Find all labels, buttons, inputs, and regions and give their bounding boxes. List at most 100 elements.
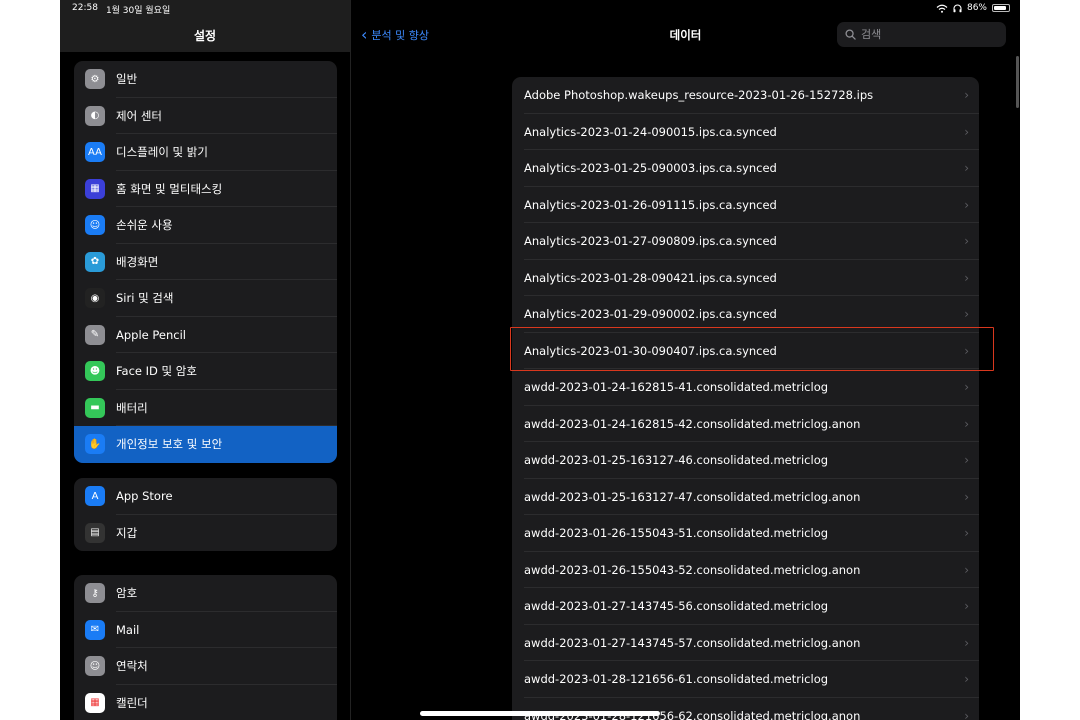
status-bar-left: 22:58 1월 30일 월요일 [72,3,170,16]
sidebar-item[interactable]: ◐ 제어 센터 [74,98,337,134]
file-name: Adobe Photoshop.wakeups_resource-2023-01… [524,88,874,103]
file-name: Analytics-2023-01-27-090809.ips.ca.synce… [524,234,777,249]
sidebar-title: 설정 [193,29,217,43]
chevron-right-icon: › [964,416,969,431]
sidebar-item[interactable]: ☺ 연락처 [74,648,337,685]
search-bar[interactable] [837,22,1006,47]
sidebar-item[interactable]: ☺ 손쉬운 사용 [74,207,337,244]
sidebar-item[interactable]: ◉ Siri 및 검색 [74,280,337,317]
sidebar-item[interactable]: AA 디스플레이 및 밝기 [74,134,337,171]
file-name: Analytics-2023-01-25-090003.ips.ca.synce… [524,161,777,176]
flower-icon: ✿ [85,251,105,272]
file-row[interactable]: awdd-2023-01-25-163127-47.consolidated.m… [512,479,979,515]
sidebar-item[interactable]: ▦ 캘린더 [74,685,337,720]
file-name: Analytics-2023-01-29-090002.ips.ca.synce… [524,307,777,322]
file-row[interactable]: awdd-2023-01-24-162815-41.consolidated.m… [512,369,979,406]
file-row[interactable]: Analytics-2023-01-26-091115.ips.ca.synce… [512,187,979,223]
chevron-right-icon: › [964,672,969,687]
file-name: Analytics-2023-01-30-090407.ips.ca.synce… [524,343,777,358]
pencil-icon: ✎ [85,324,105,345]
sidebar-item[interactable]: ⚷ 암호 [74,575,337,612]
sidebar-item[interactable]: ▬ 배터리 [74,390,337,426]
detail-pane: ‹ 분석 및 향상 데이터 Adobe Photoshop.wakeups_re… [351,0,1020,720]
chevron-right-icon: › [964,599,969,614]
mail-icon: ✉ [85,619,105,640]
file-row[interactable]: Analytics-2023-01-28-090421.ips.ca.synce… [512,260,979,296]
file-row[interactable]: awdd-2023-01-28-121656-62.consolidated.m… [512,698,979,720]
sidebar-item-label: 제어 센터 [116,108,162,123]
chevron-right-icon: › [964,307,969,322]
sidebar-item[interactable]: ☻ Face ID 및 암호 [74,353,337,390]
file-name: awdd-2023-01-27-143745-56.consolidated.m… [524,599,829,614]
status-date: 1월 30일 월요일 [105,6,171,16]
file-row[interactable]: Analytics-2023-01-24-090015.ips.ca.synce… [512,114,979,150]
search-input[interactable] [861,28,991,41]
chevron-right-icon: › [964,526,969,541]
chevron-right-icon: › [964,270,969,285]
file-row[interactable]: awdd-2023-01-25-163127-46.consolidated.m… [512,442,979,479]
scrollbar[interactable] [1016,56,1019,108]
sidebar-item-label: 배터리 [116,400,148,415]
siri-icon: ◉ [85,288,105,309]
sidebar-item[interactable]: ▦ 홈 화면 및 멀티태스킹 [74,171,337,207]
chevron-right-icon: › [964,234,969,249]
sidebar-item[interactable]: ▤ 지갑 [74,515,337,552]
wifi-icon [936,4,948,13]
battery-percent: 86% [966,3,987,13]
battery-icon [992,4,1010,12]
file-name: awdd-2023-01-26-155043-52.consolidated.m… [524,562,861,577]
chevron-right-icon: › [964,88,969,103]
sidebar-item[interactable]: ✿ 배경화면 [74,244,337,280]
chevron-right-icon: › [964,343,969,358]
home-indicator[interactable] [420,711,660,716]
headphones-icon [953,3,962,12]
file-row[interactable]: Analytics-2023-01-30-090407.ips.ca.synce… [512,333,979,369]
sidebar-item-label: Mail [116,622,140,637]
file-row[interactable]: awdd-2023-01-28-121656-61.consolidated.m… [512,661,979,698]
file-name: awdd-2023-01-25-163127-47.consolidated.m… [524,489,861,504]
app-store-icon: A [85,486,105,507]
sidebar-item-label: App Store [116,489,173,504]
chevron-right-icon: › [964,708,969,720]
hand-icon: ✋ [85,434,105,455]
sidebar-item-label: 손쉬운 사용 [116,218,173,233]
file-row[interactable]: awdd-2023-01-26-155043-51.consolidated.m… [512,515,979,552]
sidebar-item-label: Apple Pencil [116,327,186,342]
status-time: 22:58 [72,3,98,13]
file-row[interactable]: awdd-2023-01-26-155043-52.consolidated.m… [512,552,979,588]
chevron-right-icon: › [964,161,969,176]
file-row[interactable]: Adobe Photoshop.wakeups_resource-2023-01… [512,77,979,114]
sidebar-item[interactable]: ✎ Apple Pencil [74,317,337,353]
wallet-icon: ▤ [85,522,105,543]
text-size-icon: AA [85,142,105,163]
file-row[interactable]: awdd-2023-01-24-162815-42.consolidated.m… [512,406,979,442]
status-bar-right: 86% [936,3,1010,13]
file-row[interactable]: Analytics-2023-01-29-090002.ips.ca.synce… [512,296,979,333]
file-row[interactable]: awdd-2023-01-27-143745-56.consolidated.m… [512,588,979,625]
file-name: awdd-2023-01-26-155043-51.consolidated.m… [524,526,829,541]
file-row[interactable]: awdd-2023-01-27-143745-57.consolidated.m… [512,625,979,661]
sidebar-item[interactable]: ✉ Mail [74,612,337,648]
calendar-icon: ▦ [85,692,105,713]
file-name: awdd-2023-01-24-162815-42.consolidated.m… [524,416,861,431]
sidebar-item-label: Face ID 및 암호 [116,364,197,379]
toggle-icon: ◐ [85,105,105,126]
sidebar-item-label: 일반 [116,72,138,87]
settings-group-store: A App Store ▤ 지갑 [74,478,337,551]
file-row[interactable]: Analytics-2023-01-25-090003.ips.ca.synce… [512,150,979,187]
sidebar-item-label: 배경화면 [116,254,159,269]
file-row[interactable]: Analytics-2023-01-27-090809.ips.ca.synce… [512,223,979,260]
key-icon: ⚷ [85,583,105,604]
search-icon [845,29,856,40]
gear-icon: ⚙ [85,69,105,90]
file-name: awdd-2023-01-27-143745-57.consolidated.m… [524,635,861,650]
sidebar-item-label: 지갑 [116,525,138,540]
file-name: Analytics-2023-01-26-091115.ips.ca.synce… [524,197,777,212]
sidebar-item[interactable]: ⚙ 일반 [74,61,337,98]
sidebar-item[interactable]: A App Store [74,478,337,515]
battery-icon: ▬ [85,397,105,418]
settings-group-system: ⚙ 일반 ◐ 제어 센터 AA 디스플레이 및 밝기 ▦ 홈 화면 및 멀티태스킹 ☺ 손쉬운 사… [74,61,337,463]
chevron-right-icon: › [964,380,969,395]
sidebar-item[interactable]: ✋ 개인정보 보호 및 보안 [74,426,337,463]
ipad-screen: 설정 ⚙ 일반 ◐ 제어 센터 AA 디스플레이 및 밝기 ▦ 홈 화면 및 멀티태스킹 ☺ 손쉬… [60,0,1020,720]
